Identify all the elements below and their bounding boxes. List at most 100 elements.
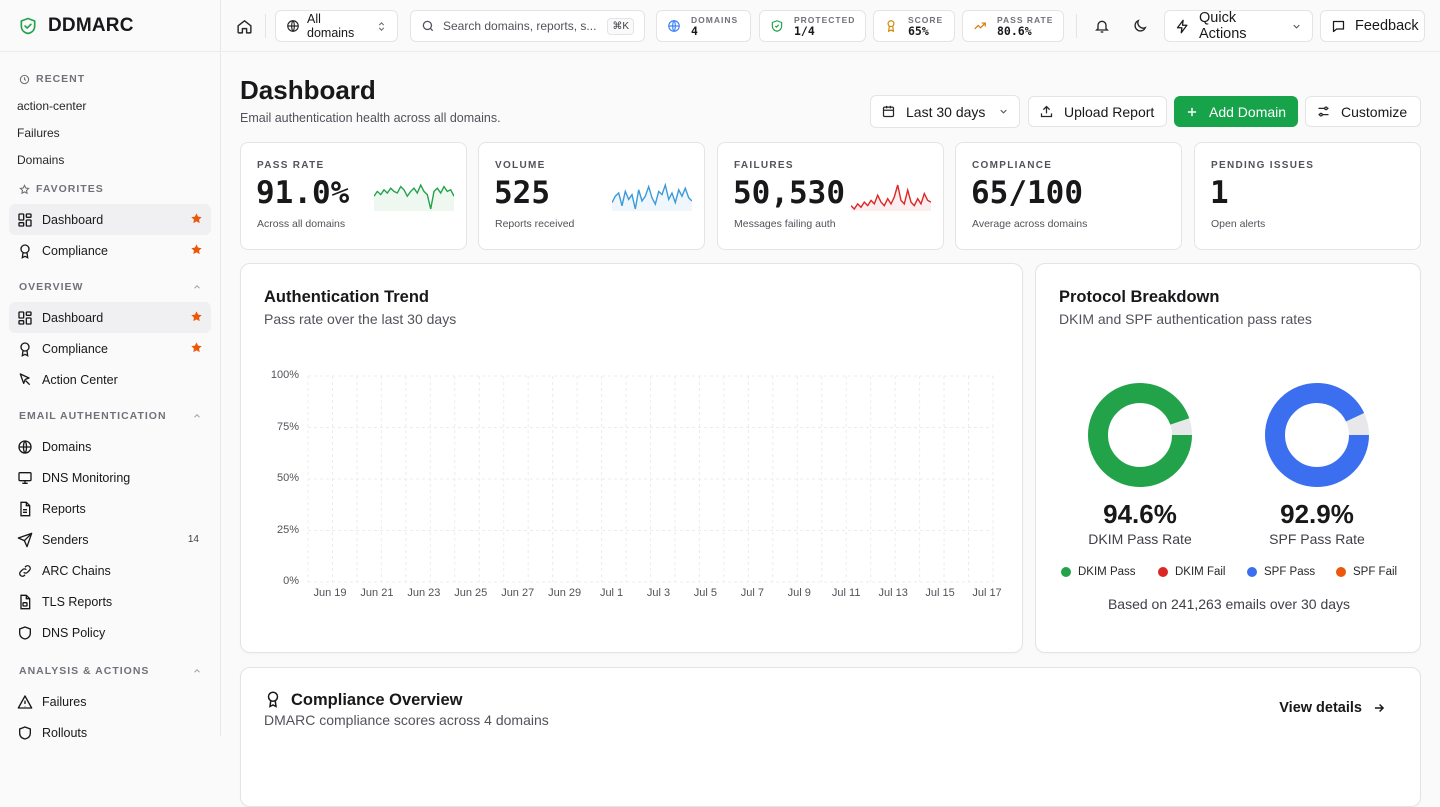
shield-check-icon [18,16,38,36]
x-tick-label: Jul 5 [694,587,717,599]
legend-label: SPF Fail [1353,566,1397,578]
quick-actions-button[interactable]: Quick Actions [1164,10,1313,42]
bell-icon[interactable] [1090,14,1114,38]
chevron-up-icon [192,282,202,292]
sparkline-area [851,185,931,211]
x-tick-label: Jun 29 [548,587,581,599]
stat-pass-rate[interactable]: PASS RATE80.6% [962,10,1064,42]
favorite-item-compliance[interactable]: Compliance [9,235,211,266]
email-auth-title: EMAIL AUTHENTICATION [19,410,167,422]
kpi-card-volume[interactable]: VOLUME 525 Reports received [478,142,705,250]
sidebar-item-dns-monitoring[interactable]: DNS Monitoring [9,462,211,493]
star-filled-icon[interactable] [190,243,203,256]
kpi-card-compliance[interactable]: COMPLIANCE 65/100 Average across domains [955,142,1182,250]
kpi-card-failures[interactable]: FAILURES 50,530 Messages failing auth [717,142,944,250]
add-domain-label: Add Domain [1209,104,1286,120]
badge-icon [264,690,282,708]
analysis-section-header[interactable]: ANALYSIS & ACTIONS [0,660,220,682]
stat-score[interactable]: SCORE65% [873,10,955,42]
moon-icon[interactable] [1128,14,1152,38]
customize-label: Customize [1341,104,1407,120]
compliance-overview-card: Compliance Overview DMARC compliance sco… [240,667,1421,807]
overview-section-header[interactable]: OVERVIEW [0,276,220,298]
sidebar-item-action-center[interactable]: Action Center [9,364,211,395]
upload-report-button[interactable]: Upload Report [1028,96,1167,127]
clock-icon [19,74,30,85]
sidebar-item-label: Dashboard [42,311,103,325]
auth-trend-card: Authentication Trend Pass rate over the … [240,263,1023,653]
kpi-value: 525 [494,175,550,211]
kpi-sparkline [612,183,692,211]
x-tick-label: Jul 17 [972,587,1001,599]
home-icon[interactable] [232,14,256,38]
monitor-icon [17,470,33,486]
favorites-title: FAVORITES [36,183,104,195]
sidebar-item-dns-policy[interactable]: DNS Policy [9,617,211,648]
sidebar-item-domains[interactable]: Domains [9,431,211,462]
star-filled-icon[interactable] [190,310,203,323]
dkim-donut-chart [1086,381,1194,489]
card-title: Protocol Breakdown [1059,288,1219,307]
y-tick-label: 25% [263,524,299,536]
globe-icon [667,19,681,33]
x-tick-label: Jul 15 [925,587,954,599]
stat-label: PASS RATE [997,15,1053,25]
search-placeholder: Search domains, reports, s... [443,19,596,33]
kpi-card-pass-rate[interactable]: PASS RATE 91.0% Across all domains [240,142,467,250]
search-shortcut: ⌘K [607,18,634,35]
spf-donut-chart [1263,381,1371,489]
sidebar-item-label: Domains [42,440,91,454]
sidebar-item-compliance[interactable]: Compliance [9,333,211,364]
brand[interactable]: DDMARC [0,0,220,52]
recent-item-action-center[interactable]: action-center [0,93,220,120]
sidebar-item-arc-chains[interactable]: ARC Chains [9,555,211,586]
search-input[interactable]: Search domains, reports, s... ⌘K [410,10,645,42]
sidebar-item-label: Compliance [42,342,108,356]
legend-dkim-pass: DKIM Pass [1061,566,1136,578]
view-details-link[interactable]: View details [1279,700,1386,716]
x-tick-label: Jul 13 [878,587,907,599]
feedback-button[interactable]: Feedback [1320,10,1425,42]
sidebar-item-failures[interactable]: Failures [9,686,211,717]
sidebar-item-senders[interactable]: Senders 14 [9,524,211,555]
chevron-down-icon [998,106,1009,117]
feedback-label: Feedback [1355,18,1419,34]
customize-button[interactable]: Customize [1305,96,1421,127]
star-filled-icon[interactable] [190,212,203,225]
x-tick-label: Jul 9 [788,587,811,599]
sidebar-item-reports[interactable]: Reports [9,493,211,524]
x-tick-label: Jul 7 [741,587,764,599]
sidebar-item-rollouts[interactable]: Rollouts [9,717,211,748]
kpi-subtext: Average across domains [972,218,1087,230]
domain-select[interactable]: All domains [275,10,398,42]
legend-dot [1336,567,1346,577]
spf-rate-value: 92.9% [1237,499,1397,530]
stat-domains[interactable]: DOMAINS4 [656,10,751,42]
kpi-subtext: Messages failing auth [734,218,836,230]
favorite-item-dashboard[interactable]: Dashboard [9,204,211,235]
divider [265,14,266,38]
kpi-value: 1 [1210,175,1229,211]
date-range-select[interactable]: Last 30 days [870,95,1020,128]
email-auth-section-header[interactable]: EMAIL AUTHENTICATION [0,405,220,427]
dkim-rate-label: DKIM Pass Rate [1060,531,1220,547]
recent-item-domains[interactable]: Domains [0,147,220,174]
y-tick-label: 50% [263,472,299,484]
kpi-card-pending-issues[interactable]: PENDING ISSUES 1 Open alerts [1194,142,1421,250]
x-tick-label: Jun 21 [360,587,393,599]
sidebar-item-dashboard[interactable]: Dashboard [9,302,211,333]
sidebar-item-label: Failures [42,695,86,709]
star-filled-icon[interactable] [190,341,203,354]
kpi-subtext: Across all domains [257,218,345,230]
zap-icon [1175,19,1190,34]
x-tick-label: Jul 11 [832,587,861,599]
chain-icon [17,563,33,579]
stat-protected[interactable]: PROTECTED1/4 [759,10,866,42]
favorite-item-label: Dashboard [42,213,103,227]
add-domain-button[interactable]: Add Domain [1174,96,1298,127]
sidebar-item-label: Action Center [42,373,118,387]
sidebar-item-tls-reports[interactable]: TLS Reports [9,586,211,617]
recent-item-failures[interactable]: Failures [0,120,220,147]
view-details-label: View details [1279,700,1362,716]
kpi-value: 91.0% [256,175,349,211]
